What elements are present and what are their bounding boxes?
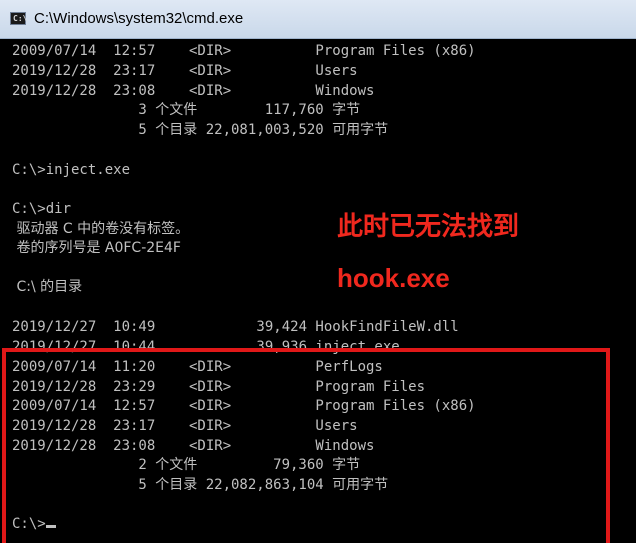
table-row: 2019/12/27 10:49 39,424 HookFindFileW.dl… <box>12 319 459 335</box>
console-line: 2009/07/14 12:57 <DIR> Program Files (x8… <box>12 43 476 59</box>
console-line: 卷的序列号是 A0FC-2E4F <box>12 240 181 256</box>
console-line: C:\ 的目录 <box>12 279 83 295</box>
annotation-line-1: 此时已无法找到 <box>337 211 520 241</box>
console-output[interactable]: 2009/07/14 12:57 <DIR> Program Files (x8… <box>0 39 636 543</box>
console-line: C:\>dir <box>12 201 72 217</box>
console-line: 2019/12/28 23:17 <DIR> Users <box>12 63 358 79</box>
console-line: 2019/12/28 23:08 <DIR> Windows <box>12 83 375 99</box>
console-line: 驱动器 C 中的卷没有标签。 <box>12 221 190 237</box>
annotation-line-2: hook.exe <box>337 263 450 293</box>
title-bar[interactable]: C:\ C:\Windows\system32\cmd.exe <box>0 0 636 39</box>
console-line: C:\>inject.exe <box>12 162 131 178</box>
cmd-window: C:\ C:\Windows\system32\cmd.exe 2009/07/… <box>0 0 636 543</box>
window-title: C:\Windows\system32\cmd.exe <box>34 10 244 27</box>
highlight-box <box>2 348 610 543</box>
console-line: 3 个文件 117,760 字节 <box>12 102 361 118</box>
console-line: 5 个目录 22,081,003,520 可用字节 <box>12 122 389 138</box>
cmd-icon: C:\ <box>10 12 27 25</box>
